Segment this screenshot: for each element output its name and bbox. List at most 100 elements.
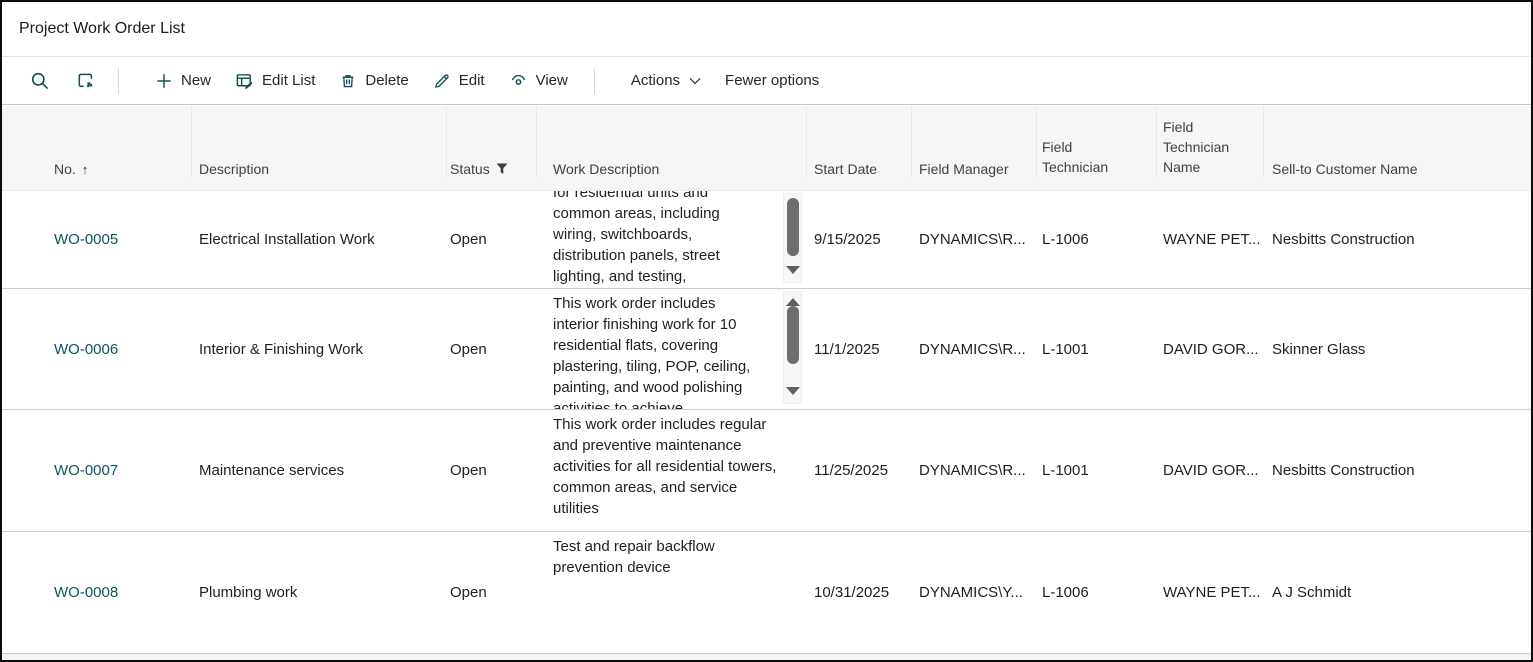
title-bar: Project Work Order List (2, 2, 1531, 57)
view-icon (509, 71, 528, 90)
cell-description[interactable]: Interior & Finishing Work (192, 341, 447, 358)
cell-start-date[interactable]: 10/31/2025 (807, 584, 912, 601)
search-icon (30, 71, 50, 91)
fewer-options-label: Fewer options (725, 72, 819, 89)
scrollbar-thumb[interactable] (787, 306, 799, 364)
cell-work-description[interactable]: This work order includesinterior finishi… (537, 289, 807, 409)
cell-field-technician-name[interactable]: WAYNE PET... (1157, 584, 1264, 601)
work-order-table: No. ↑ Description Status Work Descriptio… (2, 106, 1531, 660)
scrollbar-thumb[interactable] (787, 198, 799, 256)
cell-sell-to-customer-name[interactable]: A J Schmidt (1264, 584, 1531, 601)
cell-field-manager[interactable]: DYNAMICS\R... (912, 341, 1037, 358)
cell-no[interactable]: WO-0005 (2, 231, 192, 248)
column-header-field-technician-name[interactable]: Field Technician Name (1157, 106, 1264, 177)
column-header-field-technician[interactable]: Field Technician (1037, 106, 1157, 177)
column-header-status[interactable]: Status (447, 106, 537, 177)
column-header-no-label: No. (54, 161, 76, 177)
table-row[interactable]: WO-0007 Maintenance services Open This w… (2, 410, 1531, 532)
work-order-number-link[interactable]: WO-0005 (54, 231, 118, 248)
table-row[interactable]: WO-0005 Electrical Installation Work Ope… (2, 191, 1531, 289)
cell-start-date[interactable]: 11/1/2025 (807, 341, 912, 358)
cell-start-date[interactable]: 11/25/2025 (807, 462, 912, 479)
table-header-row: No. ↑ Description Status Work Descriptio… (2, 106, 1531, 191)
cell-no[interactable]: WO-0008 (2, 584, 192, 601)
view-button[interactable]: View (509, 71, 568, 90)
toolbar-separator (118, 68, 119, 94)
chevron-down-icon (689, 77, 701, 85)
cell-field-technician-name[interactable]: WAYNE PET... (1157, 231, 1264, 248)
work-description-text: for residential units andcommon areas, i… (553, 191, 807, 287)
toolbar-separator-2 (594, 68, 595, 94)
column-header-sell-to-customer-name[interactable]: Sell-to Customer Name (1264, 106, 1531, 177)
column-header-field-manager[interactable]: Field Manager (912, 106, 1037, 177)
cell-work-description[interactable]: This work order includes regularand prev… (537, 410, 807, 531)
filter-icon (496, 163, 508, 175)
scroll-down-icon[interactable] (786, 387, 800, 395)
work-order-number-link[interactable]: WO-0006 (54, 341, 118, 358)
work-order-number-link[interactable]: WO-0008 (54, 584, 118, 601)
cell-field-manager[interactable]: DYNAMICS\R... (912, 462, 1037, 479)
table-row[interactable]: WO-0008 Plumbing work Open Test and repa… (2, 532, 1531, 654)
cell-description[interactable]: Maintenance services (192, 462, 447, 479)
cell-status[interactable]: Open (447, 341, 537, 358)
column-header-description[interactable]: Description (192, 106, 447, 177)
pencil-icon (433, 72, 451, 90)
edit-button[interactable]: Edit (433, 72, 485, 90)
cell-work-description[interactable]: for residential units andcommon areas, i… (537, 191, 807, 288)
app-window: Project Work Order List (0, 0, 1533, 662)
cell-field-technician[interactable]: L-1001 (1037, 462, 1157, 479)
work-description-text: Test and repair backflowprevention devic… (553, 532, 807, 578)
new-button[interactable]: New (155, 72, 211, 90)
delete-label: Delete (365, 72, 408, 89)
cell-status[interactable]: Open (447, 462, 537, 479)
cell-start-date[interactable]: 9/15/2025 (807, 231, 912, 248)
cell-sell-to-customer-name[interactable]: Skinner Glass (1264, 341, 1531, 358)
analyze-button[interactable] (73, 69, 97, 93)
edit-label: Edit (459, 72, 485, 89)
edit-list-label: Edit List (262, 72, 315, 89)
trash-icon (339, 72, 357, 90)
view-label: View (536, 72, 568, 89)
cell-field-manager[interactable]: DYNAMICS\R... (912, 231, 1037, 248)
cell-field-manager[interactable]: DYNAMICS\Y... (912, 584, 1037, 601)
column-header-start-date[interactable]: Start Date (807, 106, 912, 177)
work-description-scrollbar[interactable] (783, 193, 802, 283)
cell-field-technician[interactable]: L-1006 (1037, 231, 1157, 248)
column-header-no[interactable]: No. ↑ (2, 106, 192, 177)
cell-description[interactable]: Plumbing work (192, 584, 447, 601)
delete-button[interactable]: Delete (339, 72, 408, 90)
table-row[interactable]: WO-0006 Interior & Finishing Work Open T… (2, 289, 1531, 410)
work-order-number-link[interactable]: WO-0007 (54, 462, 118, 479)
work-description-text: This work order includes regularand prev… (553, 410, 807, 519)
cell-description[interactable]: Electrical Installation Work (192, 231, 447, 248)
work-description-scrollbar[interactable] (783, 291, 802, 404)
new-label: New (181, 72, 211, 89)
actions-menu-button[interactable]: Actions (631, 72, 701, 89)
next-row-sliver (2, 654, 1531, 660)
scroll-up-icon[interactable] (786, 298, 800, 306)
cell-sell-to-customer-name[interactable]: Nesbitts Construction (1264, 231, 1531, 248)
actions-label: Actions (631, 72, 680, 89)
column-header-work-description[interactable]: Work Description (537, 106, 807, 177)
edit-list-icon (235, 71, 254, 90)
search-button[interactable] (28, 69, 52, 93)
cell-field-technician-name[interactable]: DAVID GOR... (1157, 462, 1264, 479)
cell-work-description[interactable]: Test and repair backflowprevention devic… (537, 532, 807, 653)
cell-no[interactable]: WO-0006 (2, 341, 192, 358)
cell-status[interactable]: Open (447, 584, 537, 601)
toolbar: New Edit List Delete (2, 57, 1531, 105)
cell-no[interactable]: WO-0007 (2, 462, 192, 479)
table-body: WO-0005 Electrical Installation Work Ope… (2, 191, 1531, 654)
scroll-down-icon[interactable] (786, 266, 800, 274)
work-description-text: This work order includesinterior finishi… (553, 289, 807, 409)
edit-list-button[interactable]: Edit List (235, 71, 315, 90)
cell-field-technician-name[interactable]: DAVID GOR... (1157, 341, 1264, 358)
cell-status[interactable]: Open (447, 231, 537, 248)
cell-sell-to-customer-name[interactable]: Nesbitts Construction (1264, 462, 1531, 479)
cell-field-technician[interactable]: L-1001 (1037, 341, 1157, 358)
fewer-options-button[interactable]: Fewer options (725, 72, 819, 89)
cell-field-technician[interactable]: L-1006 (1037, 584, 1157, 601)
analyze-icon (76, 71, 95, 90)
column-header-status-label: Status (450, 161, 490, 177)
page-title: Project Work Order List (19, 20, 185, 38)
